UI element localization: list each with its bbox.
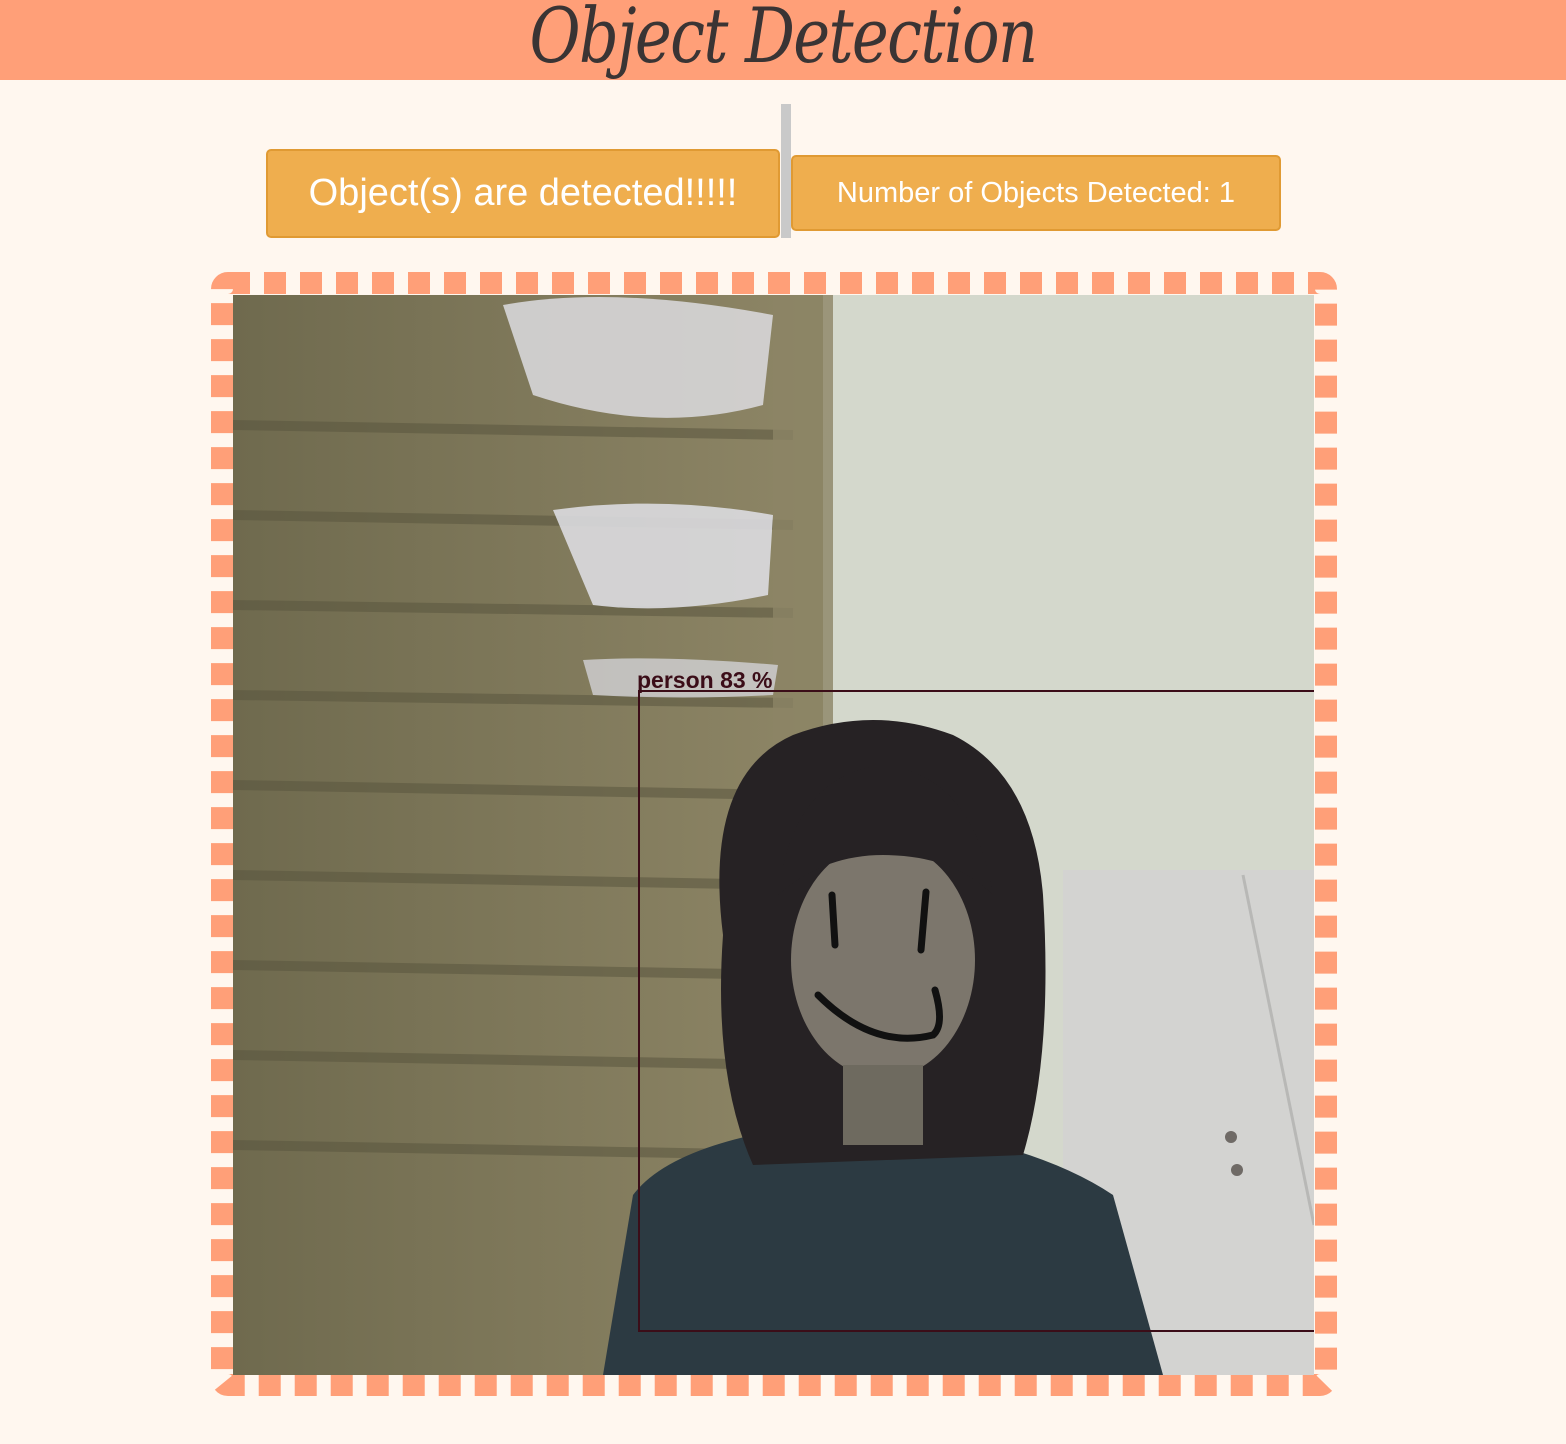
object-count-button[interactable]: Number of Objects Detected: 1	[791, 155, 1281, 231]
detection-label: person 83 %	[637, 667, 773, 693]
detection-status-button[interactable]: Object(s) are detected!!!!!	[266, 149, 780, 238]
page-title: Object Detection	[529, 0, 1038, 80]
divider	[781, 104, 791, 238]
page-header: Object Detection	[0, 0, 1566, 80]
webcam-feed: person 83 %	[233, 295, 1314, 1375]
detection-bounding-box	[638, 690, 1314, 1332]
